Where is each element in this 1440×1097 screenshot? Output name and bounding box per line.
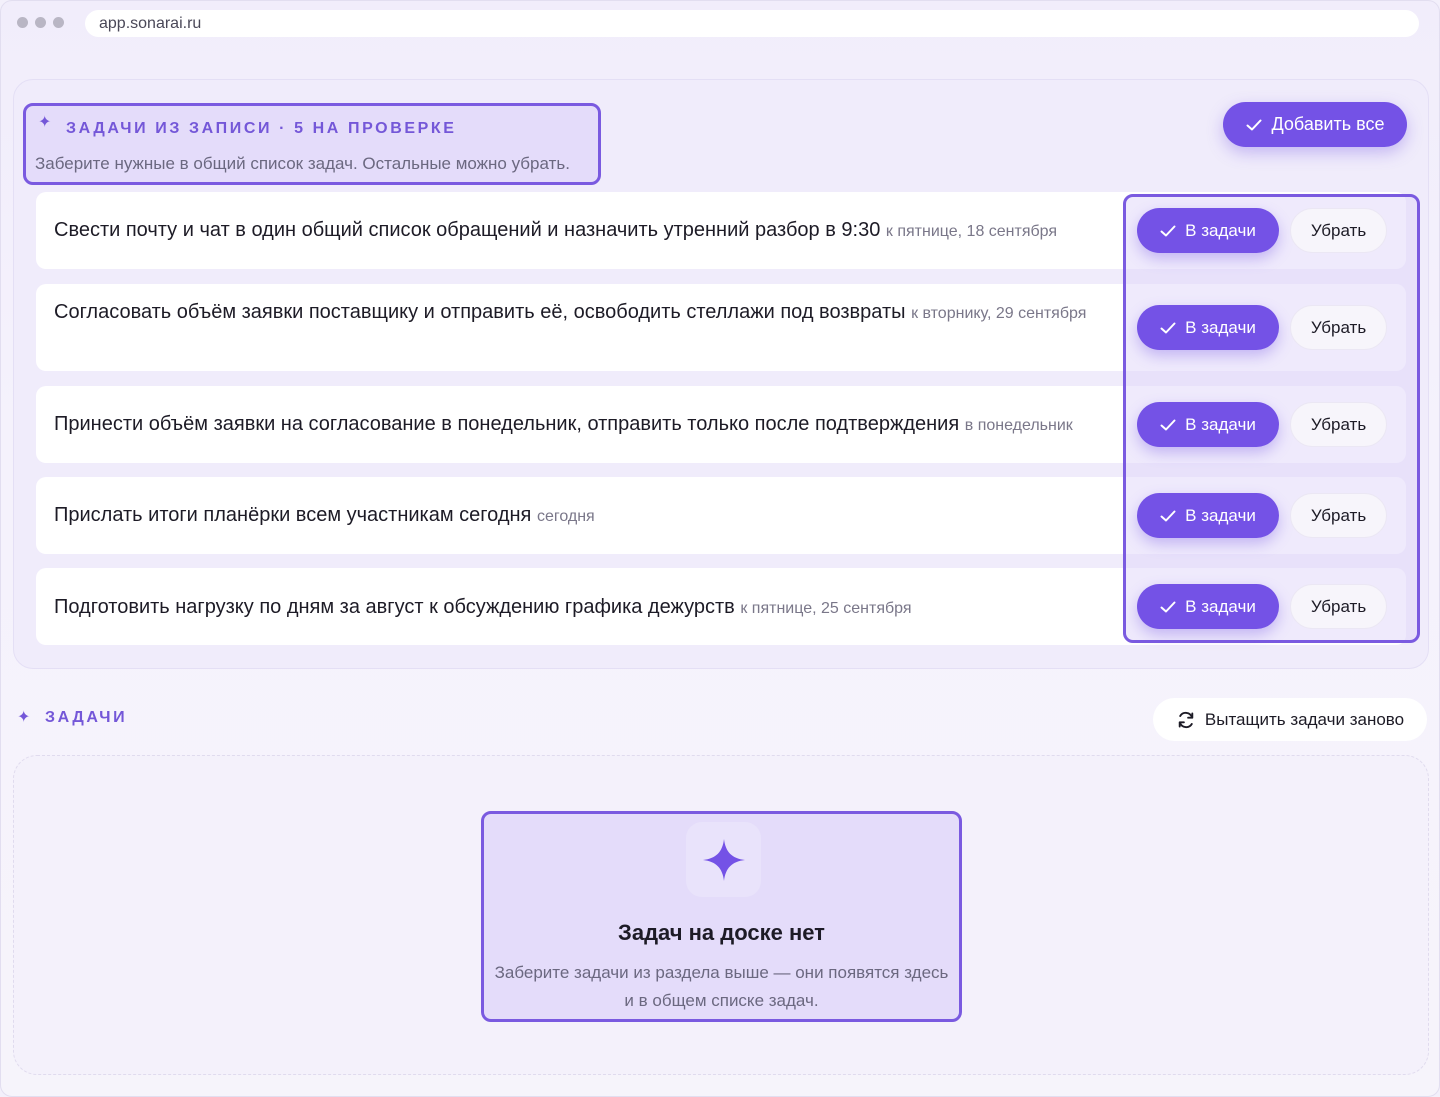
review-title: Задачи из записи · 5 на проверке xyxy=(66,120,457,137)
empty-state: Задач на доске нет Заберите задачи из ра… xyxy=(481,811,962,1022)
maximize-dot[interactable] xyxy=(53,17,64,28)
empty-state-title: Задач на доске нет xyxy=(618,920,825,945)
remove-task-button[interactable]: Убрать xyxy=(1290,584,1387,629)
task-title: Подготовить нагрузку по дням за август к… xyxy=(54,596,735,618)
accept-task-button[interactable]: В задачи xyxy=(1137,584,1279,629)
sparkle-icon: ✦ xyxy=(38,114,52,131)
check-icon xyxy=(1160,322,1176,333)
task-due: в понедельник xyxy=(964,417,1073,434)
address-bar[interactable]: app.sonarai.ru xyxy=(85,10,1419,37)
task-title: Прислать итоги планёрки всем участникам … xyxy=(54,504,532,526)
refresh-label: Вытащить задачи заново xyxy=(1204,709,1405,729)
task-text: Свести почту и чат в один общий список о… xyxy=(54,216,1124,246)
task-title: Принести объём заявки на согласование в … xyxy=(54,413,960,435)
task-due: к вторнику, 29 сентября xyxy=(911,305,1087,322)
sparkle-icon: ✦ xyxy=(17,709,31,726)
add-all-label: Добавить все xyxy=(1271,114,1385,134)
remove-task-button[interactable]: Убрать xyxy=(1290,493,1387,538)
check-icon xyxy=(1160,601,1176,612)
task-text: Прислать итоги планёрки всем участникам … xyxy=(54,501,1124,531)
accept-label: В задачи xyxy=(1185,596,1256,616)
empty-state-subtitle: Заберите задачи из раздела выше — они по… xyxy=(494,963,949,1010)
tasks-section-header: ✦ Задачи xyxy=(17,709,127,727)
sparkle-icon xyxy=(686,822,761,897)
browser-chrome: app.sonarai.ru xyxy=(1,1,1439,47)
task-due: к пятнице, 18 сентября xyxy=(885,223,1058,240)
window-controls xyxy=(17,17,64,28)
accept-task-button[interactable]: В задачи xyxy=(1137,493,1279,538)
review-subtitle: Заберите нужные в общий список задач. Ос… xyxy=(35,154,570,173)
task-title: Согласовать объём заявки поставщику и от… xyxy=(54,301,906,323)
close-dot[interactable] xyxy=(17,17,28,28)
task-due: к пятнице, 25 сентября xyxy=(740,600,912,617)
task-text: Подготовить нагрузку по дням за август к… xyxy=(54,593,1124,623)
accept-task-button[interactable]: В задачи xyxy=(1137,305,1279,350)
check-icon xyxy=(1246,119,1262,130)
task-text: Согласовать объём заявки поставщику и от… xyxy=(54,298,1124,328)
accept-label: В задачи xyxy=(1185,220,1256,240)
task-due: сегодня xyxy=(536,508,595,525)
minimize-dot[interactable] xyxy=(35,17,46,28)
remove-task-button[interactable]: Убрать xyxy=(1290,305,1387,350)
accept-label: В задачи xyxy=(1185,317,1256,337)
accept-label: В задачи xyxy=(1185,505,1256,525)
remove-task-button[interactable]: Убрать xyxy=(1290,208,1387,253)
accept-task-button[interactable]: В задачи xyxy=(1137,208,1279,253)
check-icon xyxy=(1160,419,1176,430)
review-header: ✦ Задачи из записи · 5 на проверке Забер… xyxy=(23,103,601,185)
app-window: app.sonarai.ru ✦ Задачи из записи · 5 на… xyxy=(0,0,1440,1097)
check-icon xyxy=(1160,225,1176,236)
tasks-section-title: Задачи xyxy=(45,709,128,726)
add-all-button[interactable]: Добавить все xyxy=(1223,102,1407,147)
accept-task-button[interactable]: В задачи xyxy=(1137,402,1279,447)
refresh-tasks-button[interactable]: Вытащить задачи заново xyxy=(1153,698,1427,741)
check-icon xyxy=(1160,510,1176,521)
refresh-icon xyxy=(1178,711,1194,728)
accept-label: В задачи xyxy=(1185,414,1256,434)
task-text: Принести объём заявки на согласование в … xyxy=(54,410,1144,440)
remove-task-button[interactable]: Убрать xyxy=(1290,402,1387,447)
task-title: Свести почту и чат в один общий список о… xyxy=(54,219,881,241)
